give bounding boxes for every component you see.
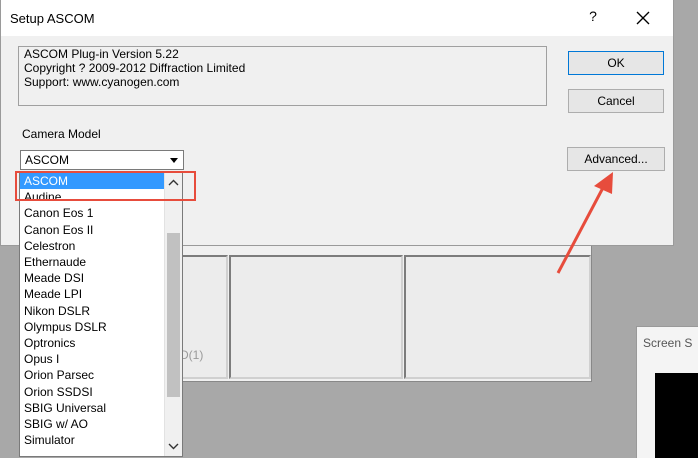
- list-item[interactable]: Olympus DSLR: [20, 319, 182, 335]
- copyright-line: Copyright ? 2009-2012 Diffraction Limite…: [24, 61, 246, 75]
- highlight-box: [15, 171, 196, 201]
- dropdown-scrollbar[interactable]: [164, 173, 182, 456]
- list-item[interactable]: Simulator: [20, 432, 182, 448]
- list-item[interactable]: Meade LPI: [20, 286, 182, 302]
- list-item[interactable]: Nikon DSLR: [20, 303, 182, 319]
- close-icon: [636, 11, 650, 25]
- list-item[interactable]: Optronics: [20, 335, 182, 351]
- list-item[interactable]: SBIG w/ AO: [20, 416, 182, 432]
- ok-button[interactable]: OK: [568, 51, 664, 75]
- list-item[interactable]: Canon Eos 1: [20, 205, 182, 221]
- screen-window: Screen S: [636, 326, 698, 458]
- list-item[interactable]: Canon Eos II: [20, 222, 182, 238]
- close-button[interactable]: [631, 6, 655, 30]
- camera-model-value: ASCOM: [25, 153, 70, 167]
- support-line: Support: www.cyanogen.com: [24, 75, 180, 89]
- list-item[interactable]: Meade DSI: [20, 270, 182, 286]
- list-item[interactable]: Ethernaude: [20, 254, 182, 270]
- background-window: [150, 230, 592, 382]
- camera-model-dropdown-list[interactable]: ASCOM Audine Canon Eos 1 Canon Eos II Ce…: [19, 172, 183, 457]
- scrollbar-thumb[interactable]: [167, 233, 180, 397]
- screen-window-title: Screen S: [643, 336, 693, 350]
- chevron-down-icon[interactable]: [165, 438, 182, 454]
- chevron-down-icon[interactable]: [167, 153, 181, 167]
- background-panel: [229, 255, 403, 379]
- cancel-button[interactable]: Cancel: [568, 89, 664, 113]
- camera-model-label: Camera Model: [22, 127, 101, 141]
- list-item[interactable]: Opus I: [20, 351, 182, 367]
- title-bar: Setup ASCOM ?: [1, 0, 673, 36]
- annotation-arrow-icon: [556, 172, 613, 274]
- list-item[interactable]: Orion SSDSI: [20, 384, 182, 400]
- screen-canvas: [655, 373, 698, 458]
- camera-model-select[interactable]: ASCOM: [20, 150, 184, 170]
- dialog-title: Setup ASCOM: [10, 11, 95, 26]
- plugin-info-box: ASCOM Plug-in Version 5.22 Copyright ? 2…: [18, 46, 547, 106]
- plugin-version: ASCOM Plug-in Version 5.22: [24, 47, 179, 61]
- list-item[interactable]: Orion Parsec: [20, 367, 182, 383]
- advanced-button[interactable]: Advanced...: [567, 147, 665, 171]
- help-button[interactable]: ?: [583, 8, 603, 28]
- list-item[interactable]: SBIG Universal: [20, 400, 182, 416]
- list-item[interactable]: Celestron: [20, 238, 182, 254]
- background-label: D(1): [180, 348, 204, 362]
